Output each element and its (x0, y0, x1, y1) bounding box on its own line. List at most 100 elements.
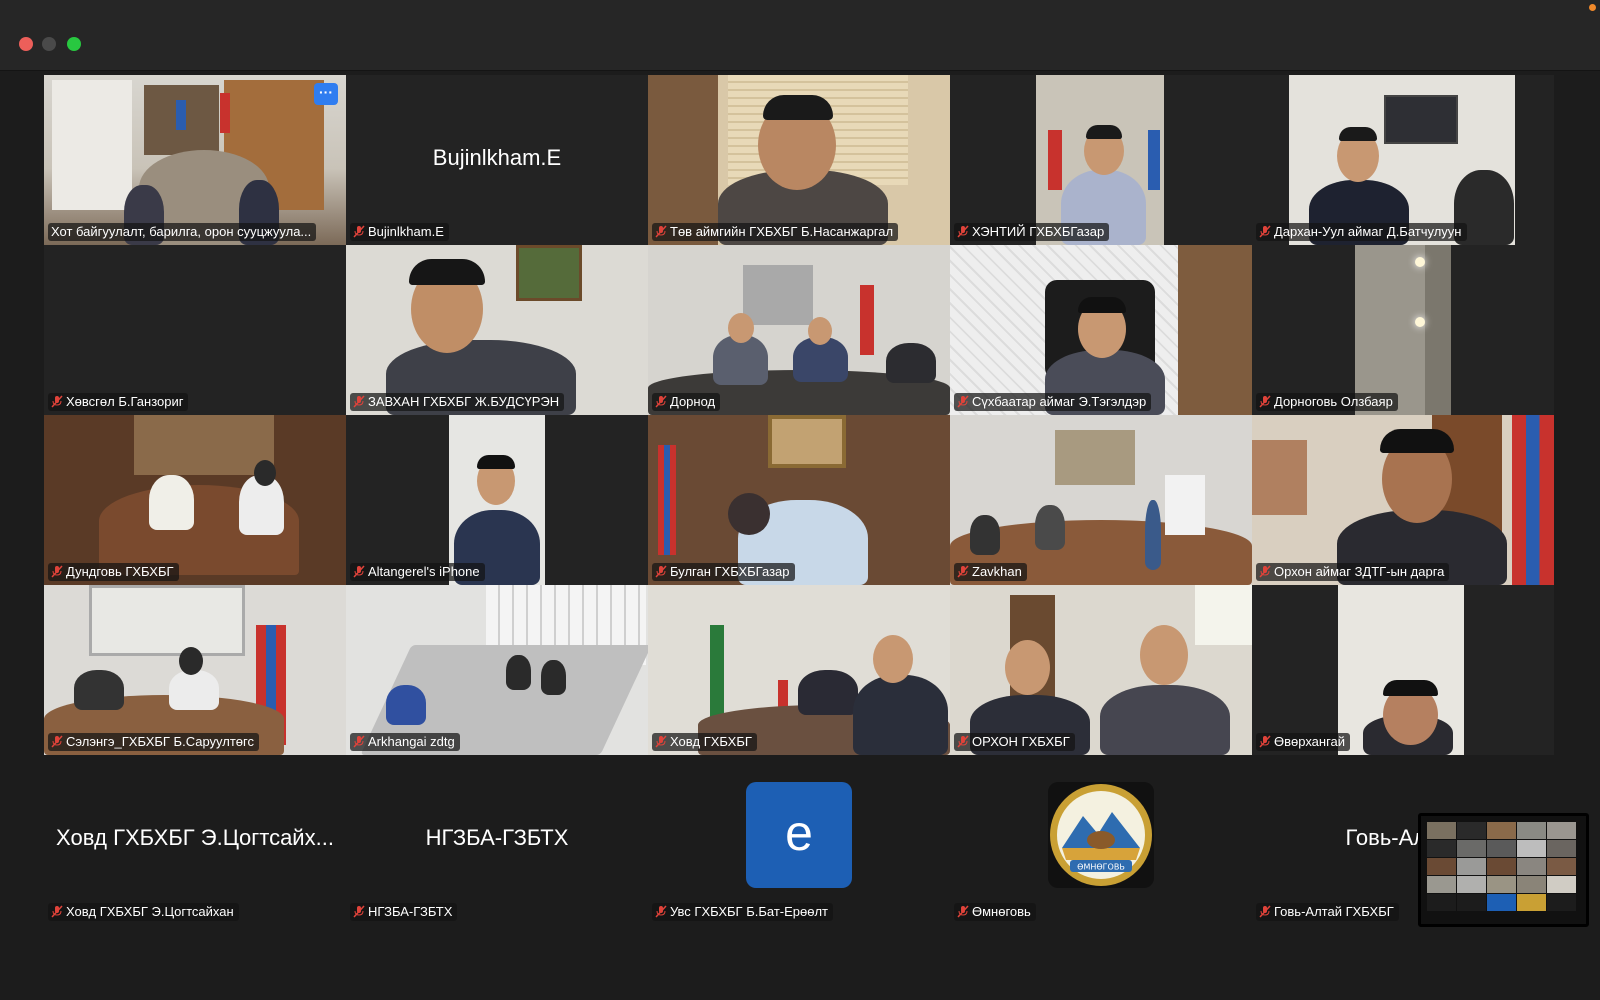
participant-tile[interactable]: Altangerel's iPhone (346, 415, 648, 585)
participant-gallery: ··· Хот байгуулалт, барилга, орон сууцжу… (44, 75, 1554, 925)
participant-name-label: Хөвсгөл Б.Ганзориг (48, 393, 189, 411)
preview-tile (1427, 858, 1456, 875)
muted-mic-icon (1259, 395, 1271, 408)
muted-mic-icon (353, 225, 365, 238)
more-options-button[interactable]: ··· (314, 83, 338, 105)
participant-video (44, 75, 346, 245)
participant-tile[interactable]: Zavkhan (950, 415, 1252, 585)
preview-tile (1487, 840, 1516, 857)
participant-name-label: ЗАВХАН ГХБХБГ Ж.БУДСҮРЭН (350, 393, 565, 411)
participant-name-label: Төв аймгийн ГХБХБГ Б.Насанжаргал (652, 223, 899, 241)
participant-name: Дархан-Уул аймаг Д.Батчулуун (1274, 224, 1462, 239)
participant-video (44, 585, 346, 755)
participant-name-label: Arkhangai zdtg (350, 733, 460, 751)
participant-tile[interactable]: Сүхбаатар аймаг Э.Тэгэлдэр (950, 245, 1252, 415)
participant-tile[interactable]: ОРХОН ГХБХБГ (950, 585, 1252, 755)
participant-name: Zavkhan (972, 564, 1022, 579)
participant-name-label: Булган ГХБХБГазар (652, 563, 795, 581)
participant-name-label: Altangerel's iPhone (350, 563, 485, 581)
muted-mic-icon (51, 905, 63, 918)
muted-mic-icon (655, 225, 667, 238)
participant-name: ХЭНТИЙ ГХБХБГазар (972, 224, 1105, 239)
participant-name: ОРХОН ГХБХБГ (972, 734, 1070, 749)
preview-tile (1547, 840, 1576, 857)
participant-name: Сүхбаатар аймаг Э.Тэгэлдэр (972, 394, 1147, 409)
participant-tile[interactable]: Орхон аймаг ЗДТГ-ын дарга (1252, 415, 1554, 585)
participant-tile[interactable]: ЗАВХАН ГХБХБГ Ж.БУДСҮРЭН (346, 245, 648, 415)
participant-tile[interactable]: Булган ГХБХБГазар (648, 415, 950, 585)
participant-tile[interactable]: ӨМНӨГОВЬ Өмнөговь (950, 755, 1252, 925)
participant-name-label: НГЗБА-ГЗБТХ (350, 903, 458, 921)
participant-video (950, 585, 1252, 755)
participant-video (648, 75, 950, 245)
participant-name: Дундговь ГХБХБГ (66, 564, 174, 579)
self-view-gallery-preview (1427, 822, 1576, 911)
participant-name-label: Дундговь ГХБХБГ (48, 563, 179, 581)
participant-tile[interactable]: Arkhangai zdtg (346, 585, 648, 755)
participant-tile[interactable]: e Увс ГХБХБГ Б.Бат-Ерөөлт (648, 755, 950, 925)
participant-video (648, 245, 950, 415)
avatar: ӨМНӨГОВЬ (1048, 782, 1154, 888)
participant-name: Орхон аймаг ЗДТГ-ын дарга (1274, 564, 1445, 579)
participant-tile[interactable]: Төв аймгийн ГХБХБГ Б.Насанжаргал (648, 75, 950, 245)
muted-mic-icon (353, 565, 365, 578)
participant-tile[interactable]: ··· Хот байгуулалт, барилга, орон сууцжу… (44, 75, 346, 245)
participant-tile[interactable]: Дорнод (648, 245, 950, 415)
participant-video (950, 245, 1252, 415)
muted-mic-icon (655, 905, 667, 918)
participant-tile[interactable]: Хөвсгөл Б.Ганзориг (44, 245, 346, 415)
participant-tile[interactable]: НГЗБА-ГЗБТХ НГЗБА-ГЗБТХ (346, 755, 648, 925)
preview-tile (1517, 894, 1546, 911)
preview-tile (1427, 876, 1456, 893)
participant-tile[interactable]: Дундговь ГХБХБГ (44, 415, 346, 585)
participant-video (1338, 585, 1464, 755)
minimize-window-button[interactable] (42, 37, 56, 51)
muted-mic-icon (655, 565, 667, 578)
participant-name: Булган ГХБХБГазар (670, 564, 790, 579)
participant-tile[interactable]: Ховд ГХБХБГ (648, 585, 950, 755)
participant-name-label: Сэлэнгэ_ГХБХБГ Б.Саруултөгс (48, 733, 259, 751)
muted-mic-icon (957, 905, 969, 918)
participant-tile[interactable]: Ховд ГХБХБГ Э.Цогтсайх... Ховд ГХБХБГ Э.… (44, 755, 346, 925)
preview-tile (1547, 876, 1576, 893)
participant-tile[interactable]: Дархан-Уул аймаг Д.Батчулуун (1252, 75, 1554, 245)
participant-name-label: Өвөрхангай (1256, 733, 1351, 751)
participant-tile[interactable]: Дорноговь Олзбаяр (1252, 245, 1554, 415)
preview-tile (1487, 822, 1516, 839)
preview-tile (1457, 858, 1486, 875)
close-window-button[interactable] (19, 37, 33, 51)
preview-tile (1517, 858, 1546, 875)
maximize-window-button[interactable] (67, 37, 81, 51)
muted-mic-icon (51, 735, 63, 748)
participant-tile[interactable]: ХЭНТИЙ ГХБХБГазар (950, 75, 1252, 245)
muted-mic-icon (51, 565, 63, 578)
muted-mic-icon (957, 395, 969, 408)
participant-name: Arkhangai zdtg (368, 734, 455, 749)
participant-name-label: Увс ГХБХБГ Б.Бат-Ерөөлт (652, 903, 834, 921)
participant-name: Увс ГХБХБГ Б.Бат-Ерөөлт (670, 904, 829, 919)
participant-name-label: ОРХОН ГХБХБГ (954, 733, 1075, 751)
participant-name: Хөвсгөл Б.Ганзориг (66, 394, 184, 409)
participant-name: Дорнод (670, 394, 716, 409)
participant-video (648, 585, 950, 755)
participant-name: Bujinlkham.E (368, 224, 444, 239)
muted-mic-icon (1259, 905, 1271, 918)
preview-tile (1427, 894, 1456, 911)
preview-tile (1457, 840, 1486, 857)
participant-tile[interactable]: Өвөрхангай (1252, 585, 1554, 755)
participant-video (449, 415, 545, 585)
participant-name-label: Орхон аймаг ЗДТГ-ын дарга (1256, 563, 1450, 581)
participant-name-label: Ховд ГХБХБГ (652, 733, 757, 751)
participant-tile[interactable]: Сэлэнгэ_ГХБХБГ Б.Саруултөгс (44, 585, 346, 755)
muted-mic-icon (1259, 225, 1271, 238)
preview-tile (1547, 894, 1576, 911)
self-view-thumbnail[interactable] (1418, 813, 1589, 927)
recording-indicator-dot (1589, 4, 1596, 11)
participant-display-name: Bujinlkham.E (432, 145, 562, 170)
participant-video (1252, 415, 1554, 585)
participant-name: Ховд ГХБХБГ Э.Цогтсайхан (66, 904, 234, 919)
participant-video (346, 585, 648, 755)
preview-tile (1487, 858, 1516, 875)
participant-tile[interactable]: Bujinlkham.E Bujinlkham.E (346, 75, 648, 245)
participant-name-label: Дархан-Уул аймаг Д.Батчулуун (1256, 223, 1467, 241)
